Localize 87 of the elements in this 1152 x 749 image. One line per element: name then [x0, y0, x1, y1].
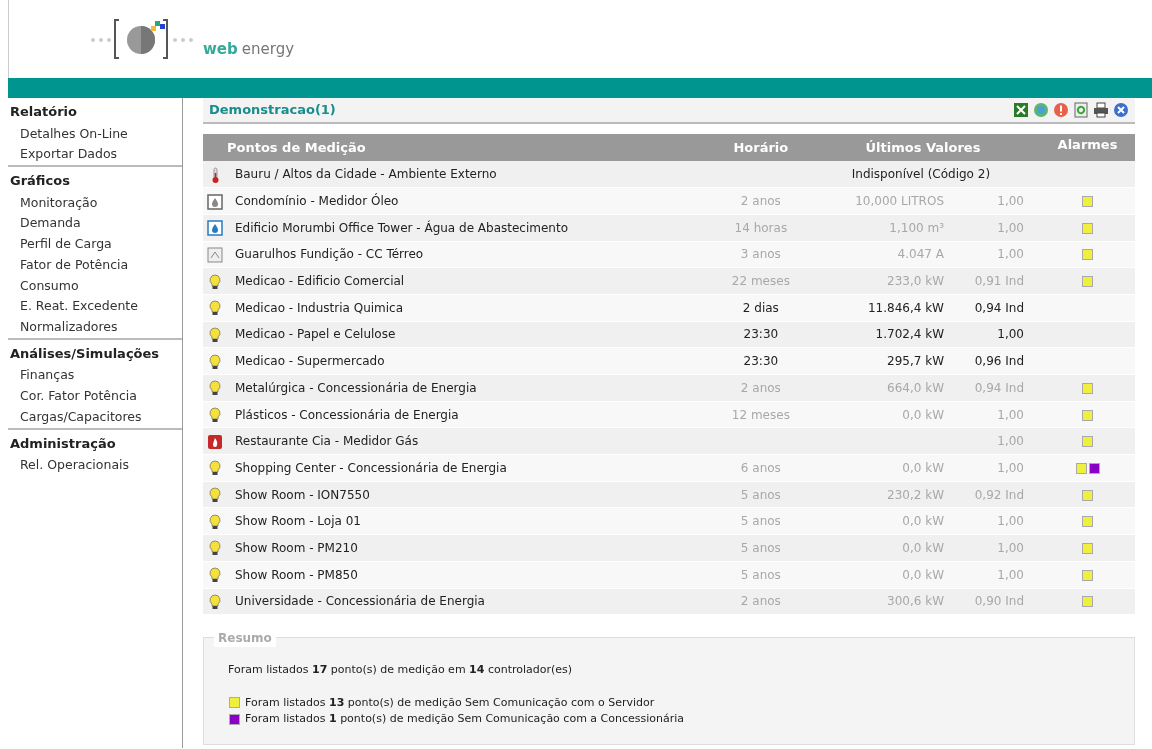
time-cell: 5 anos	[740, 514, 781, 529]
value-cell: 664,0 kW	[887, 380, 944, 395]
factor-cell: 1,00	[997, 194, 1024, 209]
factor-cell: 0,94 Ind	[974, 300, 1024, 315]
menu-item[interactable]: Finanças	[8, 365, 182, 386]
factor-cell: 1,00	[997, 327, 1024, 342]
close-icon[interactable]	[1113, 102, 1129, 118]
time-cell: 2 dias	[742, 300, 779, 315]
time-cell: 12 meses	[731, 407, 790, 422]
measurement-point[interactable]: Condomínio - Medidor Óleo	[235, 194, 399, 209]
time-cell: 2 anos	[740, 380, 781, 395]
value-cell: 11.846,4 kW	[867, 300, 944, 315]
factor-cell: 1,00	[997, 460, 1024, 475]
time-cell: 2 anos	[740, 194, 781, 209]
value-cell: 0,0 kW	[902, 567, 944, 582]
time-cell: 14 horas	[734, 220, 788, 235]
value-cell: 0,0 kW	[902, 460, 944, 475]
menu-item[interactable]: Monitoração	[8, 192, 182, 214]
column-header: Alarmes	[1040, 134, 1135, 161]
time-cell: 2 anos	[740, 594, 781, 609]
time-cell: 5 anos	[740, 567, 781, 582]
summary-text: Foram listados 17 ponto(s) de medição em 14 controlador(es)	[228, 662, 574, 679]
menu-item[interactable]: Consumo	[8, 275, 182, 297]
factor-cell: 0,91 Ind	[974, 274, 1024, 289]
measurement-point[interactable]: Show Room - PM210	[235, 540, 358, 555]
section-heading: Gráficos	[8, 165, 182, 193]
measurement-point[interactable]: Medicao - Papel e Celulose	[235, 327, 396, 342]
legend-text: Foram listados 13 ponto(s) de medição Sem Comunicação com o Servidor	[245, 694, 655, 711]
menu-item[interactable]: E. Reat. Excedente	[8, 296, 182, 317]
menu-item[interactable]: Rel. Operacionais	[8, 455, 182, 476]
measurement-point[interactable]: Medicao - Industria Quimica	[235, 300, 404, 315]
section-heading: Administração	[8, 427, 182, 455]
menu-item[interactable]: Normalizadores	[8, 317, 182, 338]
value-cell: 0,0 kW	[902, 514, 944, 529]
measurement-point[interactable]: Show Room - PM850	[235, 567, 358, 582]
time-cell: 5 anos	[740, 487, 781, 502]
factor-cell: 1,00	[997, 220, 1024, 235]
menu-item[interactable]: Demanda	[8, 213, 182, 234]
measurement-point[interactable]: Medicao - Supermercado	[235, 354, 385, 369]
menu-item[interactable]: Exportar Dados	[8, 144, 182, 165]
factor-cell: 0,90 Ind	[974, 594, 1024, 609]
value-cell: 1,100 m³	[889, 220, 944, 235]
time-cell: 22 meses	[731, 274, 790, 289]
factor-cell: 1,00	[997, 567, 1024, 582]
value-cell: 0,0 kW	[902, 407, 944, 422]
time-cell: 23:30	[743, 327, 779, 342]
legend-text: Foram listados 1 ponto(s) de medição Sem Comunicação com a Concessionária	[245, 711, 685, 728]
logo-text: web	[203, 38, 238, 60]
panel-title: Demonstracao(1)	[209, 101, 336, 120]
measurement-point[interactable]: Medicao - Edificio Comercial	[235, 274, 405, 289]
value-cell: 10,000 LITROS	[855, 194, 944, 209]
value-cell: 300,6 kW	[887, 594, 944, 609]
value-cell: 233,0 kW	[887, 274, 944, 289]
factor-cell: 0,96 Ind	[974, 354, 1024, 369]
logo-text: energy	[241, 38, 295, 60]
value-cell: 230,2 kW	[887, 487, 944, 502]
status-text: Indisponível (Código 2)	[851, 167, 991, 182]
time-cell: 23:30	[743, 354, 779, 369]
factor-cell: 1,00	[997, 540, 1024, 555]
menu-item[interactable]: Fator de Potência	[8, 254, 182, 276]
time-cell: 5 anos	[740, 540, 781, 555]
column-header: Horário	[715, 134, 806, 161]
time-cell: 6 anos	[740, 460, 781, 475]
factor-cell: 1,00	[997, 434, 1024, 449]
section-heading: Análises/Simulações	[8, 337, 182, 366]
factor-cell: 1,00	[997, 247, 1024, 262]
menu-item[interactable]: Perfil de Carga	[8, 234, 182, 255]
spreadsheet-icon[interactable]	[1013, 102, 1029, 118]
alert-icon[interactable]	[1053, 102, 1069, 118]
menu-item[interactable]: Cargas/Capacitores	[8, 406, 182, 428]
menu-item[interactable]: Detalhes On-Line	[8, 123, 182, 145]
factor-cell: 1,00	[997, 407, 1024, 422]
factor-cell: 0,94 Ind	[974, 380, 1024, 395]
menu-item[interactable]: Cor. Fator Potência	[8, 386, 182, 407]
factor-cell: 1,00	[997, 514, 1024, 529]
print-icon[interactable]	[1093, 102, 1109, 118]
measurement-point[interactable]: Show Room - Loja 01	[235, 514, 361, 529]
column-header: Últimos Valores	[805, 134, 1040, 161]
value-cell: 4.047 A	[897, 247, 944, 262]
value-cell: 0,0 kW	[902, 540, 944, 555]
factor-cell: 0,92 Ind	[974, 487, 1024, 502]
section-heading: Relatório	[9, 103, 78, 121]
value-cell: 295,7 kW	[887, 354, 944, 369]
value-cell: 1.702,4 kW	[875, 327, 944, 342]
column-header: Pontos de Medição	[203, 134, 716, 161]
measurement-point[interactable]: Show Room - ION7550	[235, 487, 370, 502]
time-cell: 3 anos	[740, 247, 781, 262]
